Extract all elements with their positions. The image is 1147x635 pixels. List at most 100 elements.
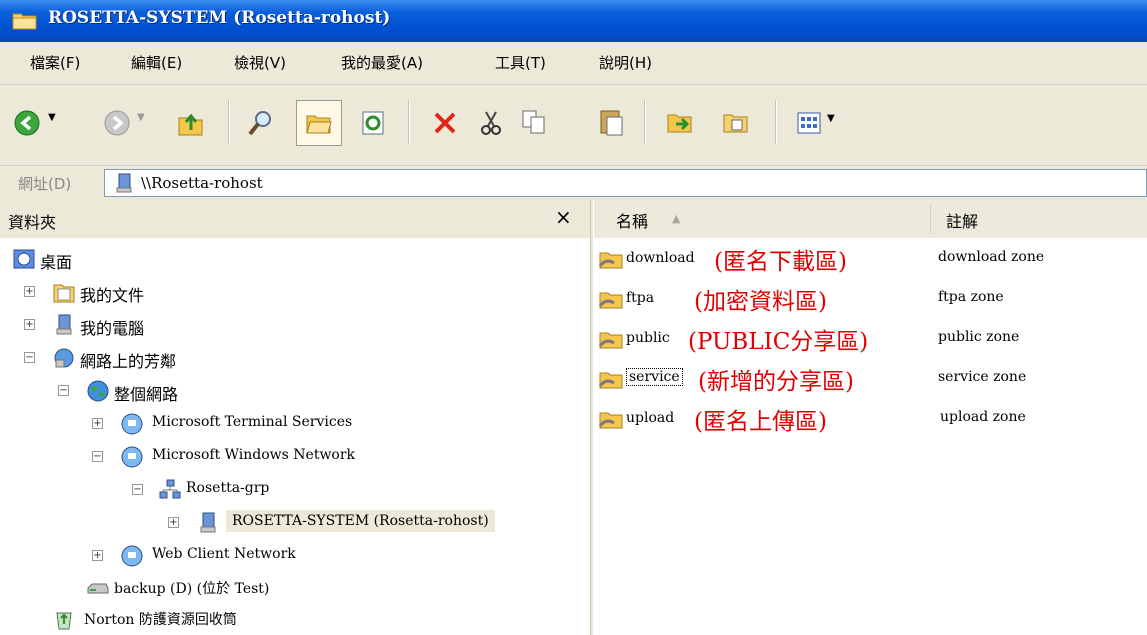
tree-label: Rosetta-grp (186, 480, 270, 496)
shared-folder-icon (598, 412, 623, 429)
forward-icon[interactable] (104, 110, 130, 136)
tree-item-rosetta-system[interactable]: + ROSETTA-SYSTEM (Rosetta-rohost) (0, 509, 590, 539)
globe-icon (87, 380, 109, 402)
share-comment: download zone (938, 249, 1045, 265)
drive-icon (87, 583, 109, 594)
collapse-icon[interactable]: − (132, 484, 143, 495)
tree-item-desktop[interactable]: 桌面 (0, 245, 590, 275)
title-bar[interactable]: ROSETTA-SYSTEM (Rosetta-rohost) (0, 0, 1147, 42)
address-input[interactable]: \\Rosetta-rohost (104, 169, 1147, 197)
tree-item-terminal-services[interactable]: + Microsoft Terminal Services (0, 410, 590, 440)
tree-label: 我的文件 (80, 286, 145, 305)
menu-edit[interactable]: 編輯(E) (131, 52, 182, 73)
expand-icon[interactable]: + (92, 550, 103, 561)
collapse-icon[interactable]: − (92, 451, 103, 462)
menu-view[interactable]: 檢視(V) (234, 52, 286, 73)
folder-tree: 桌面 + 我的文件 + 我的電腦 − 網路上的芳鄰 − 整個網路 + Micro… (0, 238, 590, 635)
desktop-icon (13, 249, 35, 269)
copy-icon[interactable] (520, 108, 548, 136)
share-annotation: (PUBLIC分享區) (688, 329, 869, 355)
share-name: public (626, 330, 670, 346)
collapse-icon[interactable]: − (58, 385, 69, 396)
workgroup-icon (159, 479, 181, 499)
share-annotation: (加密資料區) (694, 289, 827, 315)
list-item-public[interactable]: public (PUBLIC分享區) public zone (594, 322, 1147, 358)
tree-item-web-client-network[interactable]: + Web Client Network (0, 542, 590, 572)
menu-help[interactable]: 說明(H) (599, 52, 652, 73)
tree-label: 我的電腦 (80, 319, 145, 338)
views-icon[interactable] (796, 110, 822, 136)
tree-label: backup (D) (位於 Test) (114, 581, 270, 597)
tree-label: Microsoft Terminal Services (152, 414, 353, 430)
menu-tools[interactable]: 工具(T) (495, 52, 546, 73)
tree-item-windows-network[interactable]: − Microsoft Windows Network (0, 443, 590, 473)
expand-icon[interactable]: + (24, 319, 35, 330)
expand-icon[interactable]: + (168, 517, 179, 528)
list-item-ftpa[interactable]: ftpa (加密資料區) ftpa zone (594, 282, 1147, 318)
tree-item-backup-drive[interactable]: backup (D) (位於 Test) (0, 574, 590, 604)
sync-icon[interactable] (360, 110, 386, 136)
search-icon[interactable] (246, 108, 276, 138)
list-item-upload[interactable]: upload (匿名上傳區) upload zone (594, 402, 1147, 438)
server-icon (116, 173, 132, 193)
tree-label-selected: ROSETTA-SYSTEM (Rosetta-rohost) (226, 510, 495, 532)
column-divider[interactable] (930, 204, 931, 234)
address-value: \\Rosetta-rohost (141, 174, 263, 192)
tree-item-workgroup[interactable]: − Rosetta-grp (0, 476, 590, 506)
up-folder-icon[interactable] (176, 108, 206, 138)
tree-item-my-documents[interactable]: + 我的文件 (0, 278, 590, 308)
back-dropdown-icon[interactable]: ▼ (48, 112, 56, 123)
tree-item-my-computer[interactable]: + 我的電腦 (0, 311, 590, 341)
address-bar: 網址(D) \\Rosetta-rohost (0, 165, 1147, 201)
paste-icon[interactable] (598, 107, 626, 137)
share-comment: public zone (938, 329, 1020, 345)
tree-item-entire-network[interactable]: − 整個網路 (0, 377, 590, 407)
share-annotation: (匿名下載區) (714, 249, 847, 275)
address-label: 網址(D) (18, 175, 72, 193)
forward-dropdown-icon[interactable]: ▼ (137, 112, 145, 123)
network-icon (121, 446, 143, 468)
delete-icon[interactable] (432, 110, 458, 136)
expand-icon[interactable]: + (92, 418, 103, 429)
back-icon[interactable] (14, 110, 40, 136)
sort-arrow-icon: ▲ (672, 212, 681, 225)
close-icon[interactable]: × (555, 205, 572, 229)
tree-label: Norton 防護資源回收筒 (84, 612, 237, 628)
folder-icon (12, 13, 37, 30)
share-annotation: (新增的分享區) (698, 369, 854, 395)
list-header: 名稱 ▲ 註解 (594, 200, 1147, 240)
copy-to-icon[interactable] (722, 108, 750, 136)
share-comment: ftpa zone (938, 289, 1004, 305)
folders-button[interactable] (296, 100, 342, 146)
network-icon (121, 413, 143, 435)
cut-icon[interactable] (478, 110, 504, 136)
tree-label: Microsoft Windows Network (152, 447, 356, 463)
shared-folder-icon (598, 372, 623, 389)
tree-item-recycle-bin[interactable]: Norton 防護資源回收筒 (0, 605, 590, 635)
network-places-icon (54, 348, 74, 368)
column-header-comment[interactable]: 註解 (946, 208, 978, 232)
list-item-download[interactable]: download (匿名下載區) download zone (594, 242, 1147, 278)
views-dropdown-icon[interactable]: ▼ (827, 113, 835, 124)
shared-folder-icon (598, 292, 623, 309)
list-item-service[interactable]: service (新增的分享區) service zone (594, 362, 1147, 398)
tree-label: Web Client Network (152, 546, 296, 562)
column-header-name[interactable]: 名稱 (616, 208, 648, 232)
menu-favorites[interactable]: 我的最愛(A) (341, 52, 423, 73)
share-name: download (626, 250, 695, 266)
move-to-icon[interactable] (666, 108, 694, 136)
menu-bar: 檔案(F) 編輯(E) 檢視(V) 我的最愛(A) 工具(T) 說明(H) (0, 42, 1147, 85)
folder-pane-title: 資料夾 (8, 213, 57, 232)
share-name-focused: service (626, 368, 683, 386)
shared-folder-icon (598, 252, 623, 269)
collapse-icon[interactable]: − (24, 352, 35, 363)
tree-label: 桌面 (40, 253, 73, 272)
file-list: download (匿名下載區) download zone ftpa (加密資… (594, 238, 1147, 635)
share-annotation: (匿名上傳區) (694, 409, 827, 435)
tree-item-network-places[interactable]: − 網路上的芳鄰 (0, 344, 590, 374)
window-title: ROSETTA-SYSTEM (Rosetta-rohost) (48, 8, 391, 28)
expand-icon[interactable]: + (24, 286, 35, 297)
share-name: ftpa (626, 290, 655, 306)
folders-icon (306, 115, 332, 134)
menu-file[interactable]: 檔案(F) (30, 52, 80, 73)
